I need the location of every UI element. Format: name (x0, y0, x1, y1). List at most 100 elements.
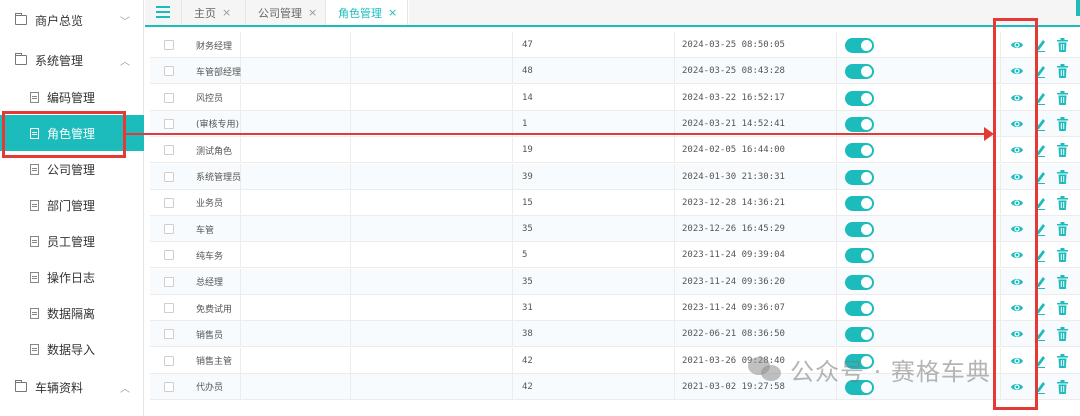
document-icon (30, 235, 39, 247)
row-checkbox[interactable] (164, 197, 174, 208)
column-divider (512, 137, 513, 164)
close-icon[interactable]: × (388, 6, 397, 19)
delete-icon[interactable] (1057, 248, 1068, 263)
sidebar-item-department-management[interactable]: 部门管理 (0, 187, 144, 223)
delete-icon[interactable] (1057, 195, 1068, 210)
row-checkbox[interactable] (164, 329, 174, 340)
column-divider (350, 268, 351, 295)
sidebar-item-data-import[interactable]: 数据导入 (0, 331, 144, 367)
row-checkbox[interactable] (164, 40, 174, 50)
column-divider (240, 242, 241, 269)
table-row: 车管部经理 48 2024-03-25 08:43:28 (150, 58, 1080, 85)
sidebar-group-merchant-overview[interactable]: 商户总览 ﹀ (0, 2, 144, 38)
sidebar-group-system-management[interactable]: 系统管理 ︿ (0, 42, 144, 78)
status-toggle[interactable] (845, 116, 874, 132)
row-checkbox[interactable] (164, 92, 174, 103)
status-toggle[interactable] (845, 327, 874, 343)
chevron-up-icon: ︿ (120, 57, 130, 68)
column-divider (674, 242, 675, 269)
delete-icon[interactable] (1057, 379, 1068, 394)
sidebar-item-code-management[interactable]: 编码管理 (0, 79, 144, 115)
status-toggle[interactable] (845, 169, 874, 185)
status-toggle[interactable] (845, 195, 874, 211)
row-checkbox[interactable] (164, 224, 174, 235)
delete-icon[interactable] (1057, 143, 1068, 158)
column-divider (674, 58, 675, 85)
row-checkbox[interactable] (164, 118, 174, 129)
sidebar-item-operation-log[interactable]: 操作日志 (0, 259, 144, 295)
sidebar-item-label: 公司管理 (47, 162, 96, 177)
column-divider (350, 347, 351, 374)
user-count-cell: 5 (522, 250, 528, 261)
sidebar-item-employee-management[interactable]: 员工管理 (0, 223, 144, 259)
delete-icon[interactable] (1057, 90, 1068, 105)
tab-label: 角色管理 (338, 6, 382, 20)
status-toggle[interactable] (845, 90, 874, 106)
row-checkbox[interactable] (164, 145, 174, 156)
column-divider (512, 84, 513, 111)
created-time-cell: 2022-06-21 08:36:50 (682, 329, 785, 340)
column-divider (674, 216, 675, 243)
status-toggle[interactable] (845, 143, 874, 159)
role-name-cell: 财务经理 (196, 41, 233, 52)
table-row: 财务经理 47 2024-03-25 08:50:05 (150, 32, 1080, 58)
chevron-up-icon: ︿ (120, 384, 130, 395)
delete-icon[interactable] (1057, 169, 1068, 184)
sidebar-group-vehicle-data[interactable]: 车辆资料 ︿ (0, 369, 144, 405)
column-divider (350, 216, 351, 243)
tab-role-management[interactable]: 角色管理 × (326, 0, 410, 25)
close-icon[interactable]: × (222, 6, 231, 19)
row-checkbox[interactable] (164, 381, 174, 392)
row-checkbox[interactable] (164, 66, 174, 77)
user-count-cell: 42 (522, 355, 533, 366)
checkbox-cell (164, 269, 174, 295)
tab-home[interactable]: 主页 × (182, 0, 243, 25)
sidebar: 商户总览 ﹀ 系统管理 ︿ 编码管理 角色管理 公司管理 部门管理 员工管理 操… (0, 0, 144, 416)
column-divider (674, 321, 675, 348)
status-toggle[interactable] (845, 64, 874, 80)
column-divider (836, 321, 837, 348)
delete-icon[interactable] (1057, 222, 1068, 237)
sidebar-item-label: 部门管理 (47, 198, 96, 213)
delete-icon[interactable] (1057, 64, 1068, 79)
delete-icon[interactable] (1057, 38, 1068, 52)
table-row: 纯车务 5 2023-11-24 09:39:04 (150, 242, 1080, 269)
user-count-cell: 39 (522, 171, 533, 182)
delete-icon[interactable] (1057, 301, 1068, 315)
sidebar-group-label: 车辆资料 (35, 380, 84, 395)
checkbox-cell (164, 348, 174, 374)
row-checkbox[interactable] (164, 171, 174, 182)
column-divider (350, 84, 351, 111)
role-name-cell: 销售员 (196, 330, 224, 341)
watermark-text: 公众号 · 赛格车典 (790, 358, 991, 386)
status-toggle[interactable] (845, 274, 874, 290)
sidebar-item-data-isolation[interactable]: 数据隔离 (0, 295, 144, 331)
row-checkbox[interactable] (164, 276, 174, 287)
column-divider (240, 295, 241, 321)
row-checkbox[interactable] (164, 250, 174, 261)
document-icon (30, 343, 39, 355)
delete-icon[interactable] (1057, 353, 1068, 368)
delete-icon[interactable] (1057, 116, 1068, 131)
delete-icon[interactable] (1057, 274, 1068, 289)
checkbox-cell (164, 295, 174, 321)
row-checkbox[interactable] (164, 303, 174, 313)
close-icon[interactable]: × (308, 6, 317, 19)
checkbox-cell (164, 321, 174, 347)
delete-icon[interactable] (1057, 327, 1068, 342)
sidebar-item-label: 数据导入 (47, 342, 96, 357)
tab-company-management[interactable]: 公司管理 × (246, 0, 329, 25)
highlight-box-sidebar (2, 111, 126, 158)
status-toggle[interactable] (845, 38, 874, 53)
status-toggle[interactable] (845, 301, 874, 316)
menu-toggle-icon[interactable] (156, 6, 170, 18)
table-row: 系统管理员 39 2024-01-30 21:30:31 (150, 163, 1080, 190)
status-toggle[interactable] (845, 248, 874, 264)
tab-label: 主页 (194, 6, 216, 20)
status-toggle[interactable] (845, 222, 874, 238)
role-name-cell: 纯车务 (196, 251, 224, 262)
column-divider (512, 32, 513, 58)
row-checkbox[interactable] (164, 355, 174, 366)
checkbox-cell (164, 137, 174, 163)
column-divider (836, 216, 837, 243)
